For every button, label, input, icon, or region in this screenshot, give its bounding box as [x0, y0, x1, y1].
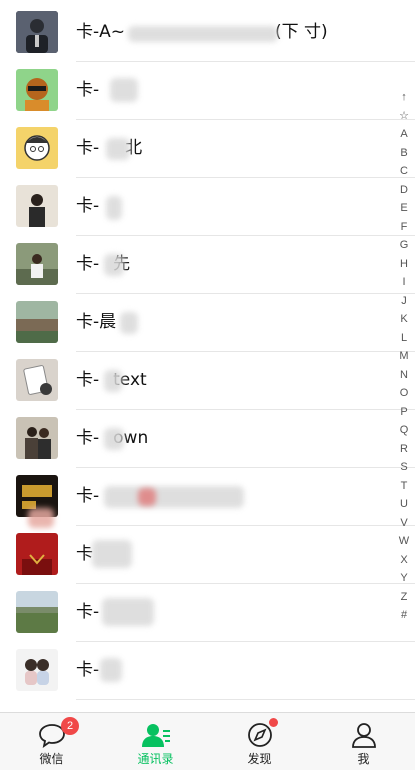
avatar [16, 649, 58, 691]
unread-badge: 2 [61, 717, 79, 735]
contact-row[interactable]: 卡-A~ (下 寸) [0, 4, 415, 62]
avatar [16, 185, 58, 227]
avatar [16, 533, 58, 575]
notification-dot [269, 718, 278, 727]
tab-chats[interactable]: 2 微信 [0, 713, 103, 770]
tab-label: 微信 [39, 752, 64, 766]
contact-name: 卡- [76, 660, 100, 680]
index-letter[interactable]: Y [393, 569, 415, 588]
contact-row[interactable]: 卡- [0, 642, 415, 700]
index-letter[interactable]: S [393, 458, 415, 477]
contact-name: 卡-晨 [76, 312, 117, 332]
tab-contacts[interactable]: 通讯录 [104, 713, 207, 770]
contact-row[interactable]: 卡-晨 [0, 294, 415, 352]
index-letter[interactable]: C [393, 162, 415, 181]
index-letter[interactable]: U [393, 495, 415, 514]
contact-name: 卡- [76, 486, 100, 506]
contact-name: 卡 [76, 544, 93, 564]
index-letter[interactable]: X [393, 551, 415, 570]
index-letter[interactable]: M [393, 347, 415, 366]
alphabet-index-bar[interactable]: ↑ ☆ A B C D E F G H I J K L M N O P Q R S T U V W X Y Z # [393, 88, 415, 628]
tab-label: 我 [357, 752, 370, 766]
contact-row[interactable]: 卡 [0, 526, 415, 584]
index-letter[interactable]: Q [393, 421, 415, 440]
index-letter[interactable]: P [393, 403, 415, 422]
contact-name: 卡- [76, 196, 100, 216]
contact-row[interactable]: 卡- [0, 584, 415, 642]
index-letter[interactable]: F [393, 218, 415, 237]
index-letter[interactable]: Z [393, 588, 415, 607]
tab-me[interactable]: 我 [312, 713, 415, 770]
index-letter[interactable]: L [393, 329, 415, 348]
person-icon [349, 721, 379, 749]
index-letter[interactable]: E [393, 199, 415, 218]
bottom-tab-bar: 2 微信 通讯录 发现 我 [0, 712, 415, 770]
tab-label: 发现 [247, 752, 272, 766]
contact-name: 卡- [76, 602, 100, 622]
index-letter[interactable]: B [393, 144, 415, 163]
contact-row[interactable]: 卡- [0, 468, 415, 528]
tab-label: 通讯录 [137, 752, 174, 766]
contact-row[interactable]: 卡-own [0, 410, 415, 468]
contact-name: 卡- [76, 80, 100, 100]
index-letter[interactable]: # [393, 606, 415, 625]
contact-row[interactable]: 卡-先 [0, 236, 415, 294]
index-letter[interactable]: ☆ [393, 107, 415, 126]
avatar [16, 11, 58, 53]
avatar [16, 301, 58, 343]
index-letter[interactable]: J [393, 292, 415, 311]
avatar [16, 127, 58, 169]
index-letter[interactable]: T [393, 477, 415, 496]
avatar [16, 359, 58, 401]
contacts-icon [141, 721, 171, 749]
avatar [16, 417, 58, 459]
contact-row[interactable]: 卡- 北 [0, 120, 415, 178]
contact-row[interactable]: 卡- [0, 62, 415, 120]
index-letter[interactable]: K [393, 310, 415, 329]
tab-discover[interactable]: 发现 [208, 713, 311, 770]
index-letter[interactable]: V [393, 514, 415, 533]
index-letter[interactable]: D [393, 181, 415, 200]
avatar [16, 69, 58, 111]
avatar [16, 243, 58, 285]
index-letter[interactable]: G [393, 236, 415, 255]
contact-row[interactable]: 卡-text [0, 352, 415, 410]
contact-list: 卡-A~(下 寸) 卡- 卡-北 卡- 卡-先 [0, 0, 415, 712]
index-letter[interactable]: A [393, 125, 415, 144]
contact-row[interactable]: 卡- [0, 178, 415, 236]
index-letter[interactable]: H [393, 255, 415, 274]
index-letter[interactable]: O [393, 384, 415, 403]
index-letter[interactable]: R [393, 440, 415, 459]
index-letter[interactable]: N [393, 366, 415, 385]
index-letter[interactable]: I [393, 273, 415, 292]
index-letter[interactable]: W [393, 532, 415, 551]
avatar [16, 591, 58, 633]
index-letter[interactable]: ↑ [393, 88, 415, 107]
